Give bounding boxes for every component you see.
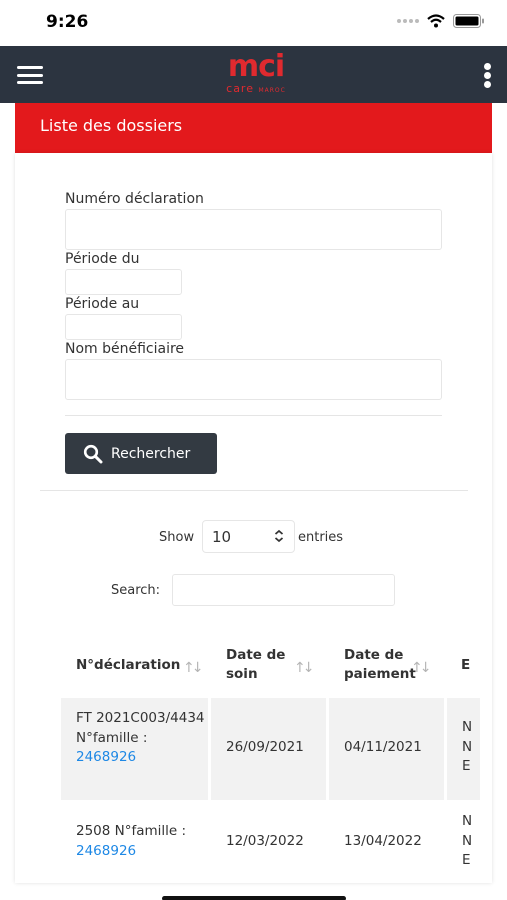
row2-date-soin: 12/03/2022 bbox=[226, 833, 304, 849]
entries-label: entries bbox=[298, 530, 344, 545]
table-search-input[interactable] bbox=[172, 574, 395, 606]
search-button-label: Rechercher bbox=[111, 445, 191, 462]
logo-text: mci bbox=[227, 49, 285, 84]
row2-declaration: 2508 N°famille : 2468926 bbox=[76, 822, 206, 861]
header-date-soin-label: Date de soin bbox=[226, 647, 286, 682]
more-vertical-icon[interactable] bbox=[484, 63, 492, 88]
entries-select-value: 10 bbox=[212, 528, 232, 546]
numero-declaration-label: Numéro déclaration bbox=[65, 191, 204, 207]
table-search: Search: bbox=[15, 574, 492, 606]
header-col4-label: E bbox=[461, 657, 471, 673]
show-label: Show bbox=[159, 530, 195, 545]
search-panel: Numéro déclaration Période du Période au… bbox=[15, 153, 492, 883]
row1-declaration: FT 2021C003/4434 N°famille : 2468926 bbox=[76, 709, 206, 768]
row1-date-paiement: 04/11/2021 bbox=[344, 739, 422, 755]
periode-au-label: Période au bbox=[65, 296, 140, 312]
header-declaration-label: N°déclaration bbox=[76, 657, 181, 673]
search-icon bbox=[83, 444, 103, 463]
row2-declaration-text: 2508 N°famille : bbox=[76, 823, 187, 839]
page-title: Liste des dossiers bbox=[40, 116, 183, 135]
sort-icon[interactable]: ↑↓ bbox=[294, 660, 315, 676]
row2-col4: N N E bbox=[462, 813, 473, 868]
sort-icon[interactable]: ↑↓ bbox=[411, 660, 432, 676]
row1-col4: N N E bbox=[462, 719, 473, 774]
search-button[interactable]: Rechercher bbox=[65, 433, 217, 474]
menu-icon[interactable] bbox=[17, 66, 43, 84]
form-divider bbox=[65, 415, 442, 416]
row2-famille-link[interactable]: 2468926 bbox=[76, 843, 136, 859]
select-chevrons-icon bbox=[273, 528, 285, 547]
dossiers-table: N°déclaration ↑↓ Date de soin ↑↓ Date de… bbox=[61, 636, 480, 883]
row2-date-paiement: 13/04/2022 bbox=[344, 833, 422, 849]
top-navbar: mci care MAROC bbox=[0, 46, 507, 103]
status-bar: 9:26 bbox=[0, 0, 507, 46]
row1-famille-link[interactable]: 2468926 bbox=[76, 749, 136, 765]
periode-du-input[interactable] bbox=[65, 269, 182, 295]
periode-du-label: Période du bbox=[65, 251, 140, 267]
row1-date-soin: 26/09/2021 bbox=[226, 739, 304, 755]
logo-subtext: care MAROC bbox=[226, 82, 286, 95]
nom-beneficiaire-input[interactable] bbox=[65, 359, 442, 400]
periode-au-input[interactable] bbox=[65, 314, 182, 340]
wifi-icon bbox=[427, 14, 445, 28]
section-divider bbox=[40, 490, 468, 491]
battery-icon bbox=[453, 14, 484, 28]
signal-icon bbox=[397, 19, 419, 23]
numero-declaration-input[interactable] bbox=[65, 209, 442, 250]
length-control: Show 10 entries bbox=[15, 520, 492, 554]
row1-declaration-text: FT 2021C003/4434 N°famille : bbox=[76, 710, 205, 746]
status-time: 9:26 bbox=[46, 12, 89, 32]
status-icons bbox=[397, 14, 485, 28]
panel-header: Liste des dossiers bbox=[15, 103, 492, 153]
table-search-label: Search: bbox=[111, 583, 161, 598]
header-date-paiement-label: Date de paiement bbox=[344, 647, 416, 682]
sort-icon[interactable]: ↑↓ bbox=[183, 660, 204, 676]
entries-select[interactable]: 10 bbox=[202, 520, 295, 553]
home-indicator bbox=[162, 896, 346, 900]
nom-beneficiaire-label: Nom bénéficiaire bbox=[65, 341, 185, 357]
app-logo: mci care MAROC bbox=[213, 51, 299, 99]
